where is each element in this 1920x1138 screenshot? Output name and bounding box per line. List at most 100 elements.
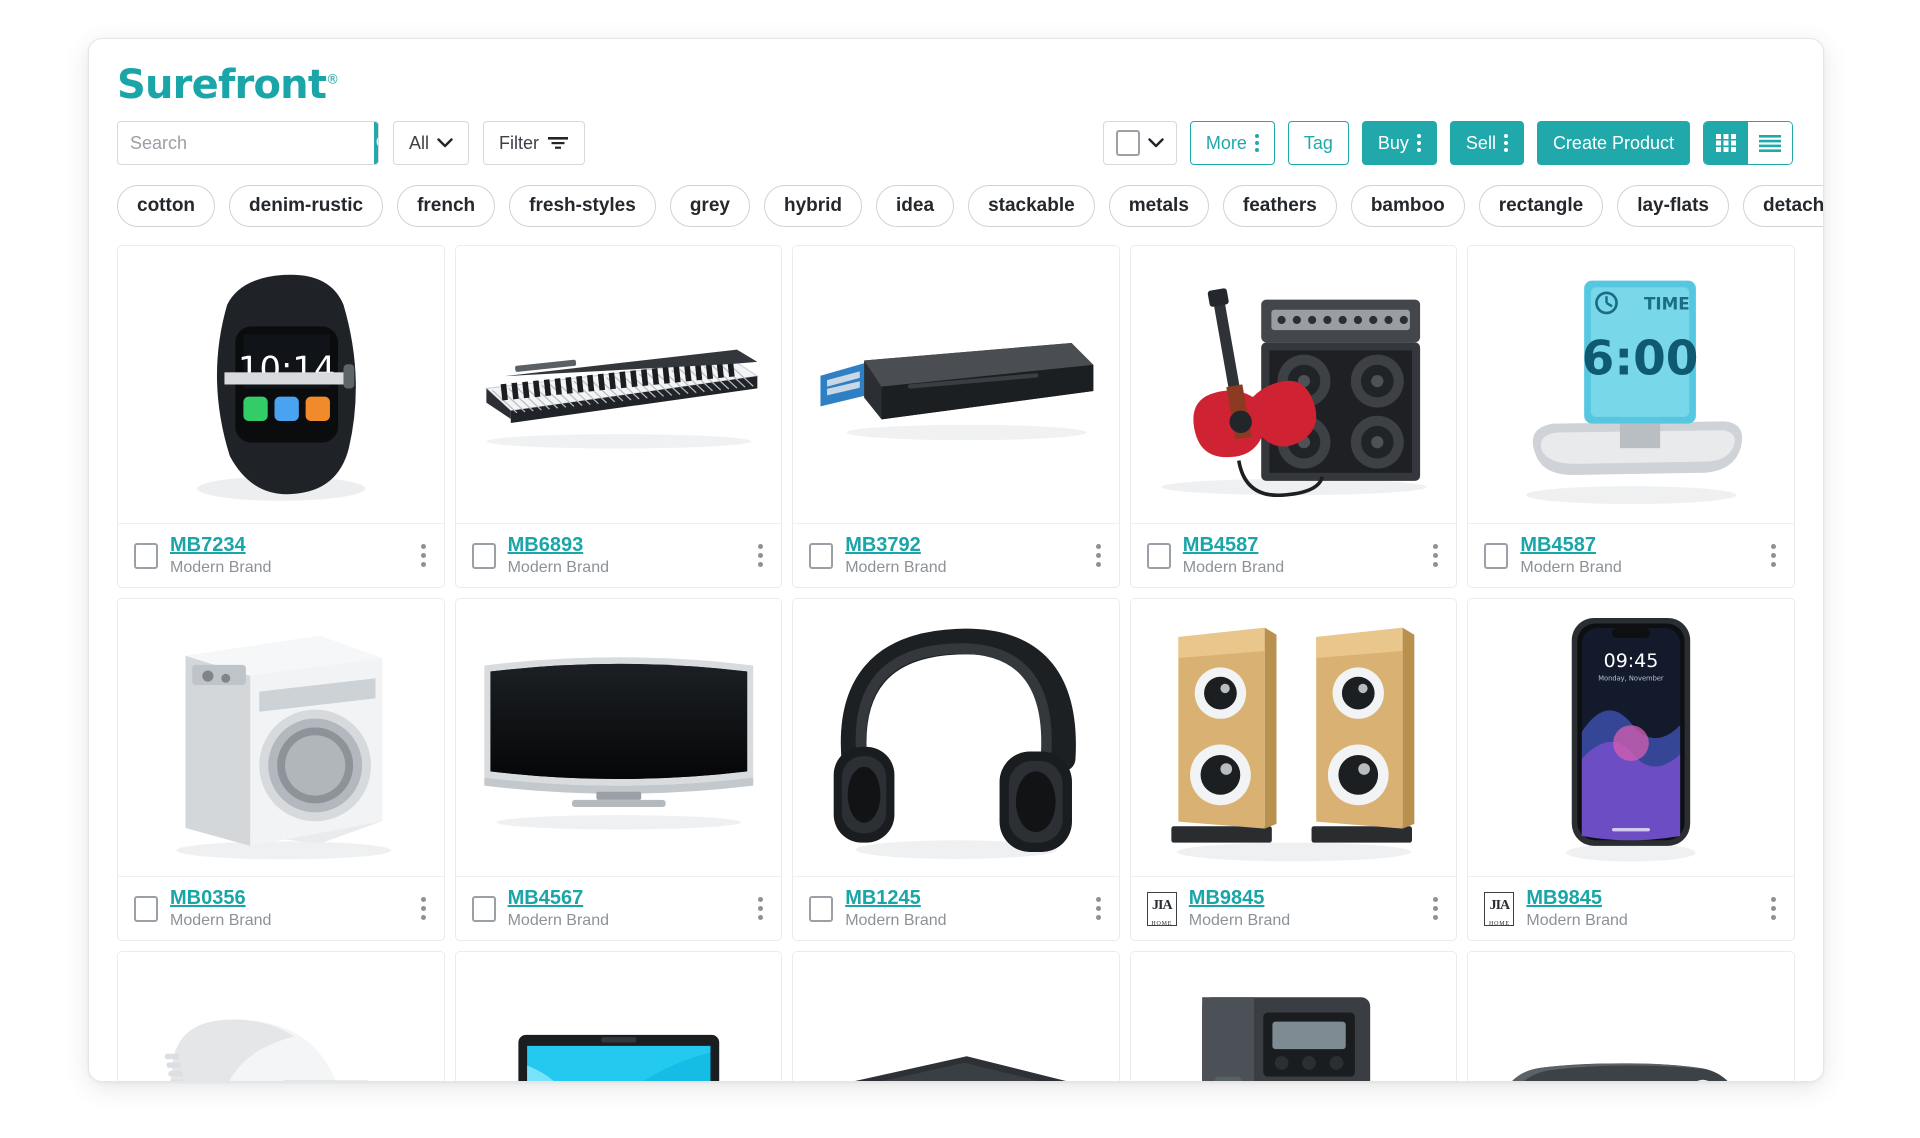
product-card-text: MB9845 Modern Brand <box>1526 887 1755 930</box>
tag-chip[interactable]: grey <box>669 185 750 227</box>
product-card[interactable]: MB0356 Modern Brand <box>117 598 445 941</box>
tag-chip[interactable]: stackable <box>968 185 1095 227</box>
tag-chip[interactable]: idea <box>876 185 955 227</box>
tag-chip-label: lay-flats <box>1637 195 1709 216</box>
product-card-footer: MB6893 Modern Brand <box>455 523 782 587</box>
grid-view-button[interactable] <box>1704 122 1748 164</box>
product-card[interactable]: MB1245 Modern Brand <box>792 598 1120 941</box>
scope-dropdown[interactable]: All <box>393 121 470 165</box>
product-select-checkbox[interactable] <box>809 542 834 569</box>
product-sku-link[interactable]: MB0356 <box>170 887 246 910</box>
product-card-text: MB6893 Modern Brand <box>508 534 743 577</box>
product-card[interactable]: TIME 6:00 MB4587 Modern Brand <box>1467 245 1795 588</box>
buy-button[interactable]: Buy <box>1361 121 1437 165</box>
tag-chip-label: stackable <box>988 195 1075 216</box>
filter-button[interactable]: Filter <box>483 121 586 165</box>
brand-logo-badge-bottom: HOME <box>1488 920 1510 927</box>
product-sku-link[interactable]: MB9845 <box>1189 887 1265 910</box>
product-card[interactable]: MB3792 Modern Brand <box>792 245 1120 588</box>
product-grid: 10:14 MB7234 Modern Brand MB6893 Modern Br… <box>89 227 1823 1081</box>
product-card-menu-kebab-icon[interactable] <box>1092 893 1105 924</box>
product-select-checkbox[interactable] <box>134 895 158 922</box>
product-card-menu-kebab-icon[interactable] <box>1429 893 1442 924</box>
tag-chip[interactable]: feathers <box>1222 185 1337 227</box>
product-card[interactable]: 09:45 Monday, November JIA HOME MB9845 Mode… <box>1467 598 1795 941</box>
product-select-checkbox[interactable] <box>1146 542 1171 569</box>
product-sku-link[interactable]: MB4567 <box>508 887 584 910</box>
product-image-game-controller <box>1468 952 1794 1081</box>
tag-chip[interactable]: cotton <box>117 185 216 227</box>
brand-logo-badge: JIA HOME <box>1484 891 1515 927</box>
product-sku-link[interactable]: MB9845 <box>1526 887 1602 910</box>
tag-chip-label: metals <box>1128 195 1189 216</box>
product-card[interactable]: JIA HOME MB9845 Modern Brand <box>1129 598 1458 941</box>
tag-chip-label: rectangle <box>1498 195 1584 216</box>
tag-chip[interactable]: french <box>397 185 496 227</box>
tag-chip[interactable]: metals <box>1108 185 1209 227</box>
product-card[interactable] <box>454 951 783 1081</box>
tag-chip[interactable]: lay-flats <box>1617 185 1729 227</box>
product-sku-link[interactable]: MB1245 <box>845 887 921 910</box>
product-card[interactable] <box>792 951 1120 1081</box>
product-card[interactable] <box>1129 951 1458 1081</box>
product-card-menu-kebab-icon[interactable] <box>754 893 767 924</box>
tag-chip-label: french <box>417 195 476 216</box>
create-product-button[interactable]: Create Product <box>1536 121 1690 165</box>
product-image-guitar-amp <box>1130 246 1457 523</box>
product-sku-link[interactable]: MB7234 <box>170 534 246 557</box>
tag-chip[interactable]: denim-rustic <box>229 185 384 227</box>
logo-row: Surefront® <box>89 39 1823 105</box>
tag-chip[interactable]: bamboo <box>1350 185 1465 227</box>
product-sku-link[interactable]: MB3792 <box>845 534 921 557</box>
svg-text:Monday, November: Monday, November <box>1598 675 1664 683</box>
product-card-menu-kebab-icon[interactable] <box>754 540 767 571</box>
more-button[interactable]: More <box>1189 121 1275 165</box>
product-card[interactable]: 21.5 <box>117 951 445 1081</box>
tag-chip[interactable]: hybrid <box>763 185 863 227</box>
tag-filter-row: cotton denim-rustic french fresh-styles grey… <box>89 165 1823 227</box>
product-image-headphones <box>793 599 1119 876</box>
svg-text:TIME: TIME <box>1644 294 1690 314</box>
product-card[interactable]: 10:14 MB7234 Modern Brand <box>117 245 445 588</box>
product-sku-link[interactable]: MB4587 <box>1183 534 1259 557</box>
select-all-dropdown[interactable] <box>1102 121 1177 165</box>
product-sku-link[interactable]: MB6893 <box>508 534 584 557</box>
product-card[interactable]: MB6893 Modern Brand <box>454 245 783 588</box>
more-button-label: More <box>1205 132 1247 153</box>
list-view-button[interactable] <box>1748 122 1792 164</box>
tag-chip-label: feathers <box>1242 195 1317 216</box>
app-logo[interactable]: Surefront® <box>117 65 339 105</box>
product-brand-name: Modern Brand <box>170 912 272 929</box>
product-card-menu-kebab-icon[interactable] <box>1767 540 1780 571</box>
trademark-symbol: ® <box>326 72 339 88</box>
product-select-checkbox[interactable] <box>1484 542 1509 569</box>
product-select-checkbox[interactable] <box>471 542 496 569</box>
product-select-checkbox[interactable] <box>471 895 496 922</box>
tag-chip[interactable]: detached <box>1743 185 1823 227</box>
search-input[interactable] <box>118 122 374 164</box>
brand-logo-badge-top: JIA <box>1489 897 1511 913</box>
product-card-menu-kebab-icon[interactable] <box>1767 893 1780 924</box>
product-card[interactable]: MB4567 Modern Brand <box>454 598 783 941</box>
product-card-menu-kebab-icon[interactable] <box>417 540 430 571</box>
product-card-menu-kebab-icon[interactable] <box>417 893 430 924</box>
product-card-menu-kebab-icon[interactable] <box>1092 540 1105 571</box>
sell-button[interactable]: Sell <box>1449 121 1524 165</box>
product-select-checkbox[interactable] <box>134 542 158 569</box>
product-select-checkbox[interactable] <box>809 895 834 922</box>
product-card-menu-kebab-icon[interactable] <box>1429 540 1442 571</box>
search-button[interactable] <box>374 122 378 164</box>
toolbar-right-group: More Tag Buy Sell Create Product <box>1102 121 1793 165</box>
tag-chip[interactable]: fresh-styles <box>509 185 656 227</box>
kebab-icon <box>1416 134 1421 152</box>
tag-chip[interactable]: rectangle <box>1478 185 1604 227</box>
product-card[interactable] <box>1467 951 1795 1081</box>
search-icon <box>376 137 378 146</box>
product-image-smartwatch: 10:14 <box>118 246 444 523</box>
product-card[interactable]: MB4587 Modern Brand <box>1129 245 1458 588</box>
product-sku-link[interactable]: MB4587 <box>1520 534 1596 557</box>
product-image-mini-pc <box>793 952 1119 1081</box>
brand-logo-badge: JIA HOME <box>1146 891 1177 927</box>
product-image-television <box>455 599 782 876</box>
tag-button[interactable]: Tag <box>1287 121 1349 165</box>
